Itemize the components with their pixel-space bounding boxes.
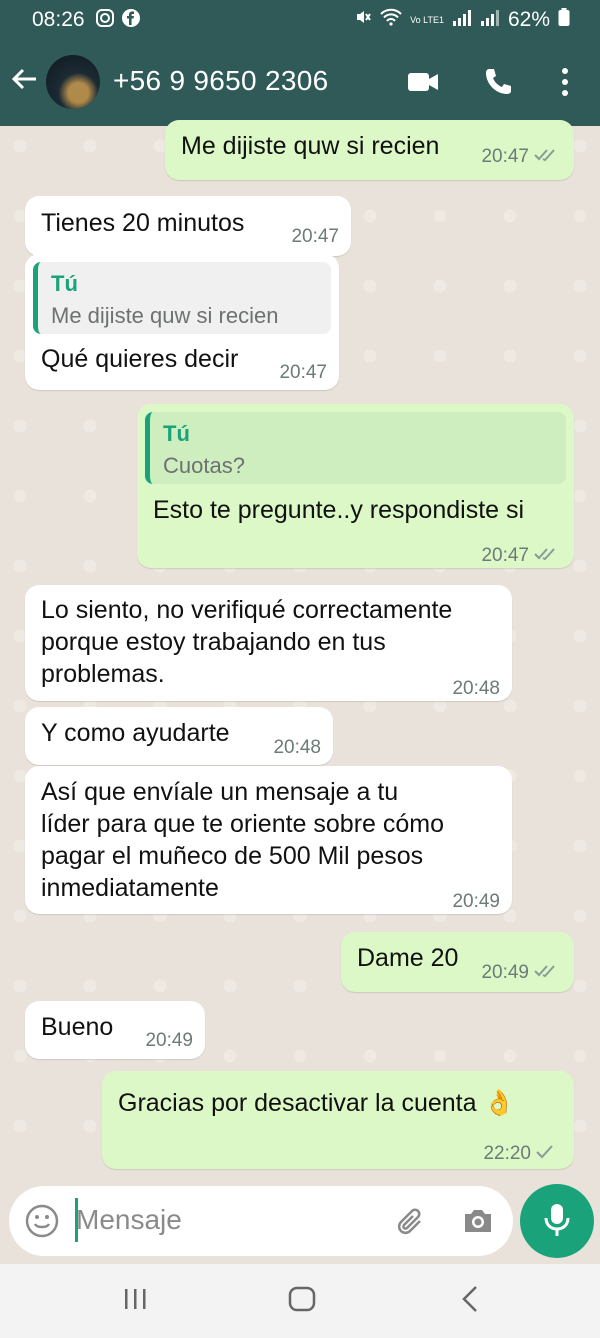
message-text: Gracias por desactivar la cuenta 👌	[118, 1089, 515, 1117]
message-time: 20:47	[279, 362, 327, 383]
signal-icon	[452, 8, 472, 32]
more-options-button[interactable]	[560, 66, 570, 103]
message-time: 22:20	[483, 1143, 531, 1164]
message-text: Qué quieres decir	[41, 345, 239, 373]
message-text: Y como ayudarte	[41, 719, 230, 747]
microphone-icon	[544, 1204, 570, 1236]
message-text: Bueno	[41, 1013, 114, 1041]
home-button[interactable]	[286, 1284, 318, 1319]
back-button[interactable]	[10, 65, 38, 98]
message-incoming[interactable]: Tienes 20 minutos 20:47	[25, 196, 351, 256]
quote-author: Tú	[51, 271, 78, 296]
message-outgoing[interactable]: Me dijiste quw si recien 20:47	[165, 120, 574, 180]
system-nav-bar	[0, 1264, 600, 1338]
quoted-message[interactable]: Tú Cuotas?	[145, 412, 566, 484]
battery-percent: 62%	[507, 8, 550, 31]
message-time: 20:47	[291, 226, 339, 247]
message-time: 20:49	[452, 891, 500, 912]
recent-apps-icon	[125, 1289, 146, 1309]
message-incoming-reply[interactable]: Tú Me dijiste quw si recien Qué quieres …	[25, 254, 339, 390]
battery-icon	[558, 8, 570, 32]
double-check-icon	[534, 957, 560, 989]
quote-text: Me dijiste quw si recien	[51, 303, 279, 328]
camera-button[interactable]	[461, 1204, 495, 1243]
message-incoming[interactable]: Y como ayudarte 20:48	[25, 707, 333, 765]
message-outgoing[interactable]: Dame 20 20:49	[341, 932, 574, 992]
quote-text: Cuotas?	[163, 453, 245, 478]
more-vert-icon	[562, 68, 568, 96]
phone-icon	[486, 69, 511, 94]
home-icon	[288, 1286, 316, 1312]
quote-author: Tú	[163, 421, 190, 446]
recent-apps-button[interactable]	[120, 1284, 150, 1319]
quoted-message[interactable]: Tú Me dijiste quw si recien	[33, 262, 331, 334]
message-text: Esto te pregunte..y respondiste si	[153, 496, 525, 524]
message-time: 20:49	[481, 962, 529, 983]
message-time: 20:47	[481, 545, 529, 566]
message-time: 20:48	[452, 678, 500, 699]
message-text: Me dijiste quw si recien	[181, 132, 440, 160]
emoji-button[interactable]	[25, 1204, 59, 1243]
message-line: problemas.	[41, 660, 165, 688]
volte-label: Vo LTE1	[410, 14, 444, 25]
arrow-left-icon	[11, 68, 36, 90]
status-bar: 08:26 Vo LTE1 62%	[0, 0, 600, 40]
back-nav-button[interactable]	[456, 1284, 486, 1319]
double-check-icon	[534, 141, 560, 173]
message-outgoing[interactable]: Gracias por desactivar la cuenta 👌 22:20	[102, 1071, 574, 1169]
paperclip-icon	[397, 1208, 421, 1235]
message-time: 20:47	[481, 146, 529, 167]
status-time: 08:26	[32, 8, 85, 31]
message-outgoing-reply[interactable]: Tú Cuotas? Esto te pregunte..y respondis…	[137, 404, 574, 568]
emoji-icon	[25, 1204, 59, 1238]
double-check-icon	[534, 540, 560, 572]
message-input[interactable]: Mensaje	[76, 1204, 182, 1236]
single-check-icon	[536, 1138, 554, 1170]
message-text: Dame 20	[357, 944, 459, 972]
wifi-icon	[380, 8, 402, 32]
message-time: 20:49	[145, 1030, 193, 1051]
message-line: porque estoy trabajando en tus	[41, 628, 386, 656]
camera-icon	[465, 1210, 491, 1232]
attach-button[interactable]	[393, 1204, 427, 1243]
chat-header: +56 9 9650 2306	[0, 40, 600, 126]
contact-name[interactable]: +56 9 9650 2306	[113, 65, 328, 97]
message-line: inmediatamente	[41, 874, 219, 902]
message-incoming[interactable]: Así que envíale un mensaje a tu líder pa…	[25, 766, 512, 914]
message-time: 20:48	[273, 737, 321, 758]
chat-area[interactable]: Me dijiste quw si recien 20:47 Tienes 20…	[0, 120, 600, 1186]
avatar[interactable]	[46, 55, 100, 109]
instagram-icon	[95, 8, 115, 33]
mute-icon	[354, 8, 372, 32]
chevron-left-icon	[462, 1286, 477, 1312]
message-incoming[interactable]: Lo siento, no verifiqué correctamente po…	[25, 585, 512, 701]
voice-message-button[interactable]	[520, 1184, 594, 1258]
voice-call-button[interactable]	[482, 66, 514, 103]
message-line: Así que envíale un mensaje a tu	[41, 778, 399, 806]
message-line: líder para que te oriente sobre cómo	[41, 810, 445, 838]
message-incoming[interactable]: Bueno 20:49	[25, 1001, 205, 1059]
signal-icon-2	[480, 8, 500, 32]
message-text: Tienes 20 minutos	[41, 209, 245, 237]
video-call-icon	[408, 73, 438, 91]
video-call-button[interactable]	[406, 66, 440, 103]
message-line: pagar el muñeco de 500 Mil pesos	[41, 842, 424, 870]
message-line: Lo siento, no verifiqué correctamente	[41, 596, 453, 624]
facebook-icon	[121, 8, 141, 33]
message-composer[interactable]: Mensaje	[9, 1186, 513, 1256]
